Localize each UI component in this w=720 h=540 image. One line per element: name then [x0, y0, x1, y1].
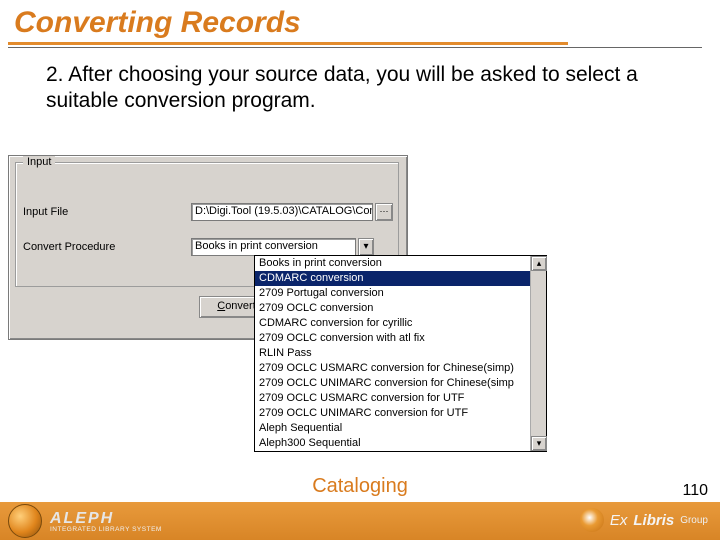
dropdown-option[interactable]: CDMARC conversion [255, 271, 546, 286]
aleph-logo-icon [8, 504, 42, 538]
title-underline-thick [8, 42, 568, 45]
dropdown-scrollbar[interactable]: ▴ ▾ [530, 256, 546, 451]
brand-aleph: ALEPH INTEGRATED LIBRARY SYSTEM [8, 504, 162, 538]
slide-title: Converting Records [0, 0, 720, 42]
convert-procedure-field[interactable]: Books in print conversion [191, 238, 356, 256]
dropdown-option[interactable]: 2709 OCLC conversion [255, 301, 546, 316]
dropdown-option[interactable]: 2709 OCLC USMARC conversion for UTF [255, 391, 546, 406]
exlibris-libris: Libris [633, 512, 674, 529]
dialog-screenshot-area: Input Input File D:\Digi.Tool (19.5.03)\… [8, 155, 712, 475]
exlibris-ex: Ex [610, 512, 628, 529]
dropdown-option[interactable]: Aleph300 Sequential [255, 436, 546, 451]
dropdown-option[interactable]: 2709 OCLC UNIMARC conversion for UTF [255, 406, 546, 421]
dropdown-option[interactable]: 2709 OCLC UNIMARC conversion for Chinese… [255, 376, 546, 391]
footer-section-title: Cataloging [0, 475, 720, 498]
dropdown-option[interactable]: Aleph Sequential [255, 421, 546, 436]
dropdown-option[interactable]: Books in print conversion [255, 256, 546, 271]
slide-body-text: 2. After choosing your source data, you … [0, 48, 720, 115]
dropdown-option[interactable]: RLIN Pass [255, 346, 546, 361]
convert-button-mnemonic: C [217, 300, 225, 312]
input-group-label: Input [23, 156, 55, 168]
brand-exlibris: Ex Libris Group [580, 508, 708, 532]
exlibris-logo-icon [580, 508, 604, 532]
convert-button-rest: onvert [225, 300, 256, 312]
scroll-down-button[interactable]: ▾ [531, 436, 547, 451]
dropdown-option[interactable]: 2709 Portugal conversion [255, 286, 546, 301]
dropdown-option[interactable]: 2709 OCLC USMARC conversion for Chinese(… [255, 361, 546, 376]
input-file-label: Input File [23, 206, 68, 218]
slide-footer: Cataloging 110 ALEPH INTEGRATED LIBRARY … [0, 490, 720, 540]
menu-icon: ⋯ [380, 206, 389, 216]
input-file-field[interactable]: D:\Digi.Tool (19.5.03)\CATALOG\Convert\I… [191, 203, 373, 221]
dropdown-option[interactable]: CDMARC conversion for cyrillic [255, 316, 546, 331]
convert-procedure-dropdown-list[interactable]: ▴ ▾ Books in print conversionCDMARC conv… [254, 255, 547, 452]
scroll-up-button[interactable]: ▴ [531, 256, 547, 271]
browse-button[interactable]: ⋯ [375, 203, 393, 221]
convert-procedure-dropdown-button[interactable] [358, 238, 374, 256]
page-number: 110 [682, 482, 708, 500]
dropdown-option[interactable]: 2709 OCLC conversion with atl fix [255, 331, 546, 346]
convert-procedure-label: Convert Procedure [23, 241, 115, 253]
exlibris-group: Group [680, 515, 708, 526]
aleph-tagline: INTEGRATED LIBRARY SYSTEM [50, 526, 162, 533]
